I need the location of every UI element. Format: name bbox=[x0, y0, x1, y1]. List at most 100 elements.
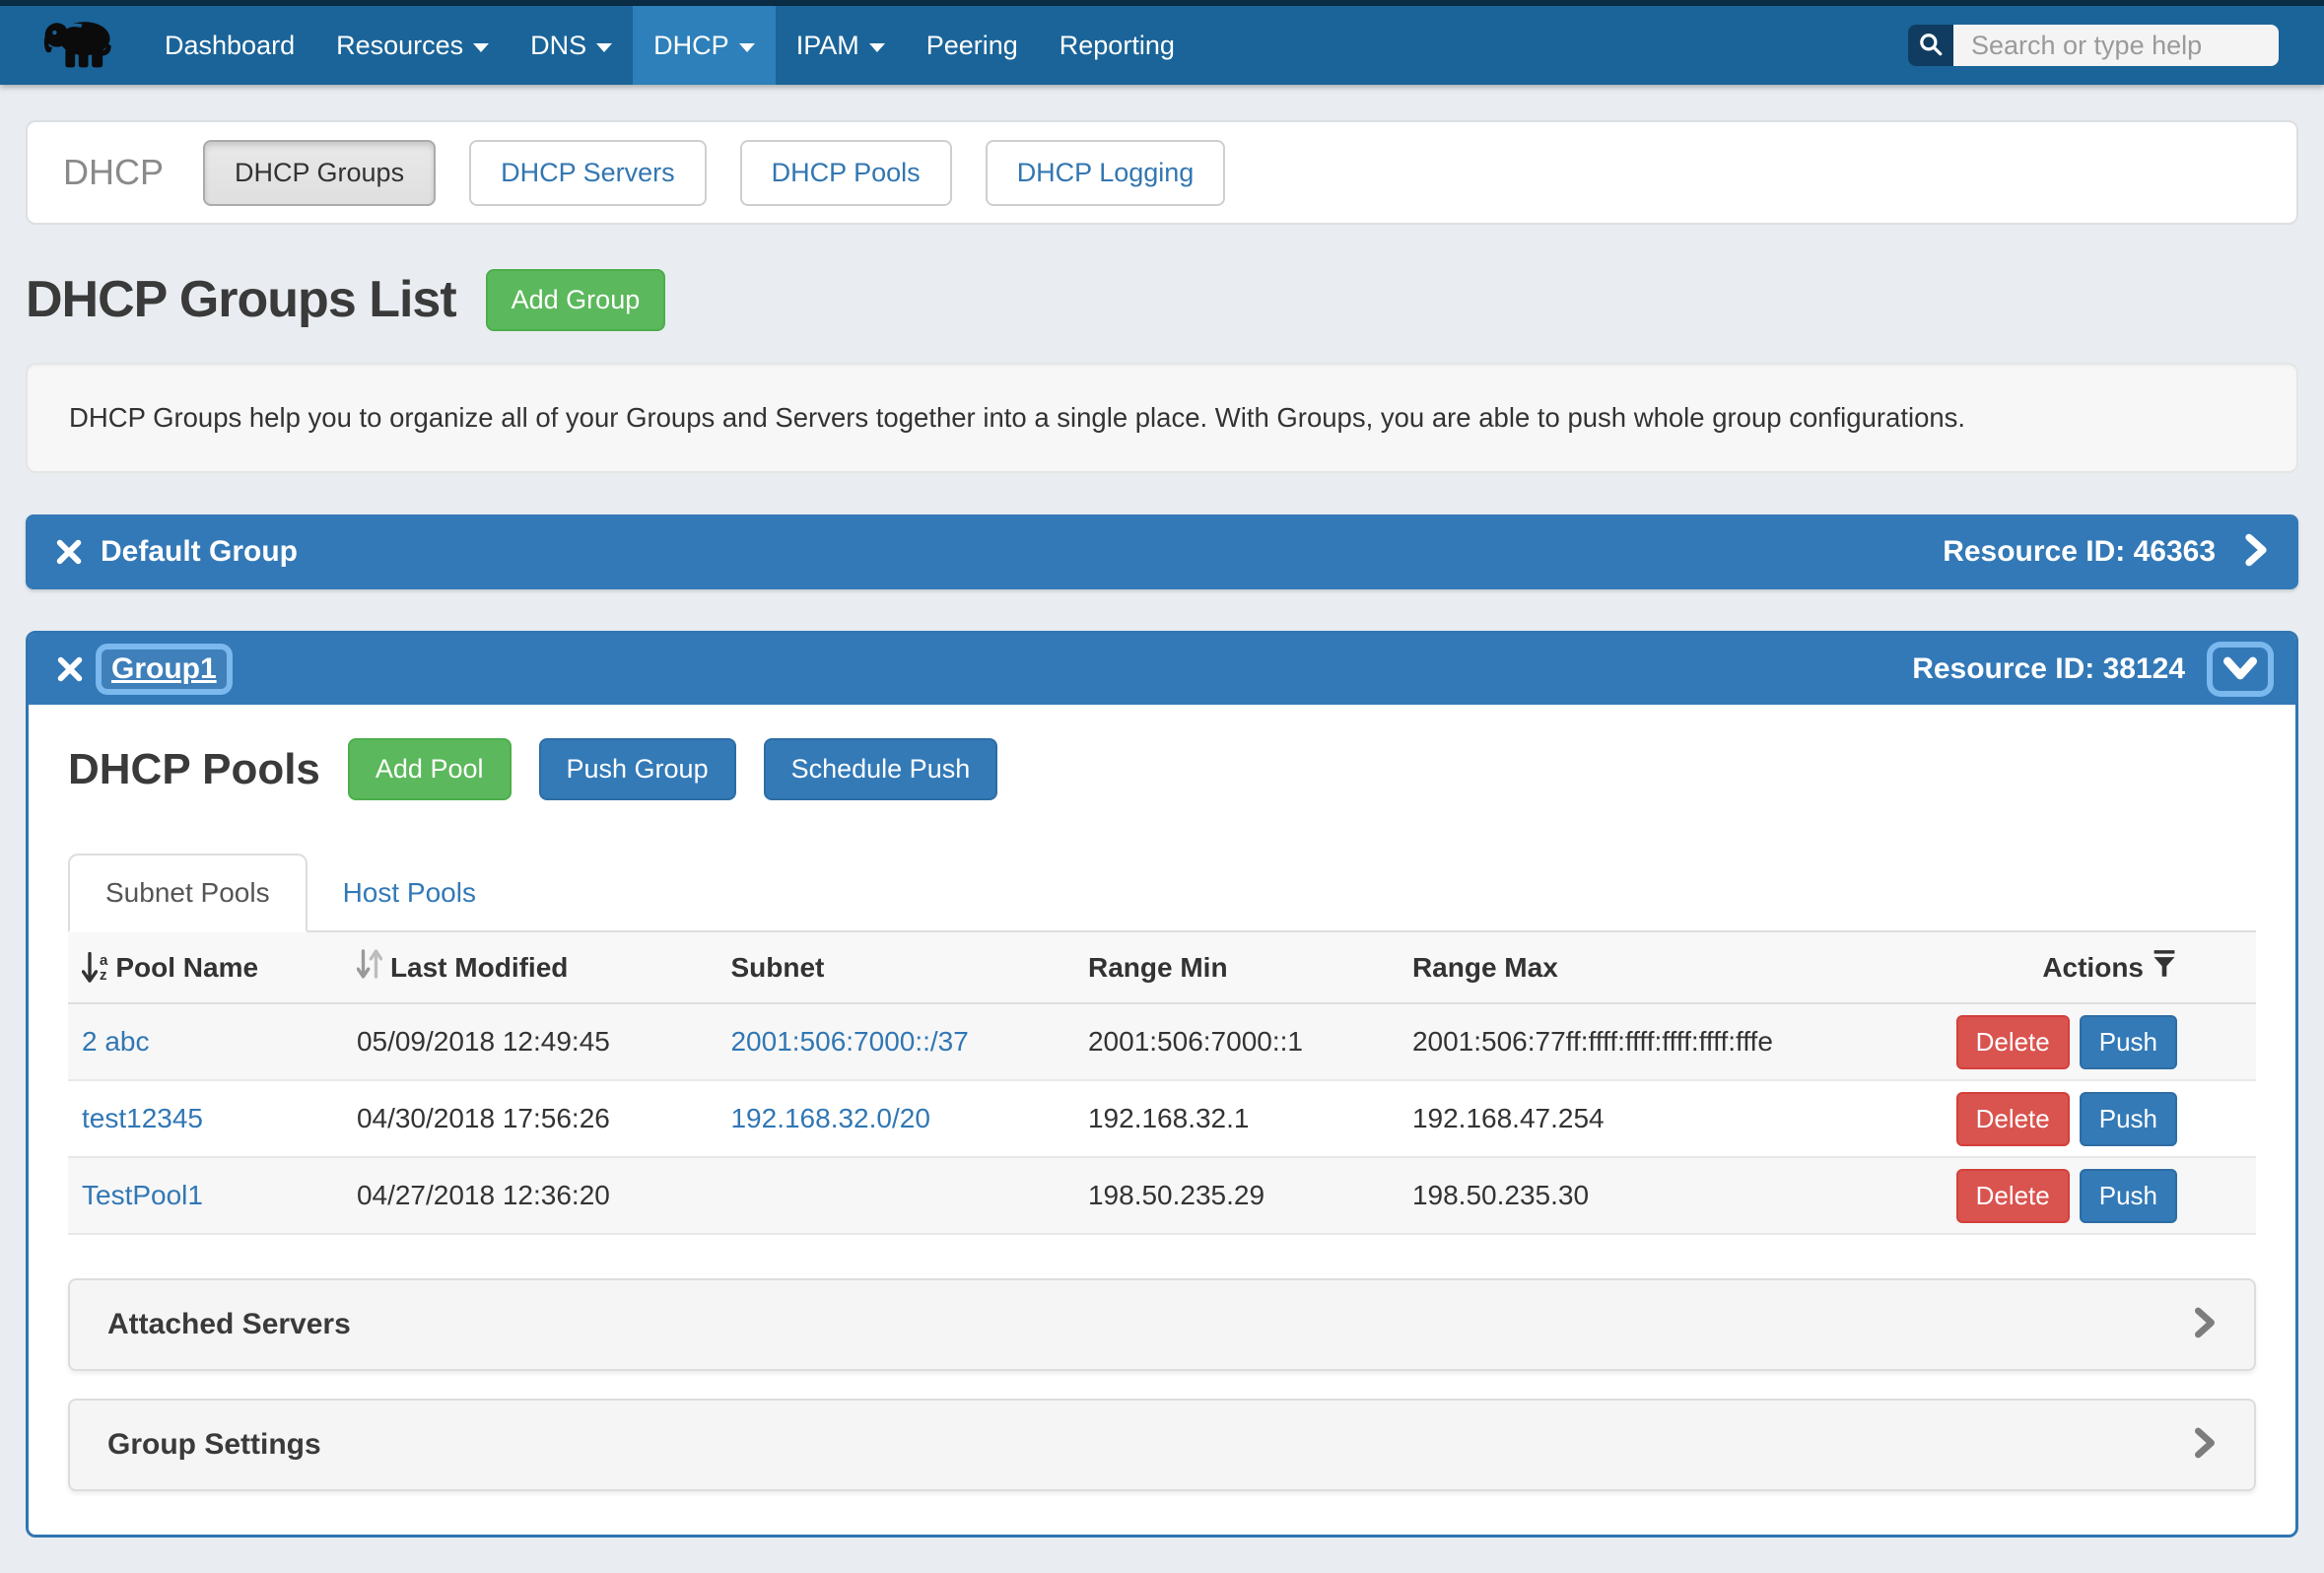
column-header-subnet[interactable]: Subnet bbox=[730, 932, 1088, 1003]
last-modified-cell: 04/27/2018 12:36:20 bbox=[357, 1157, 731, 1234]
range-max-cell: 192.168.47.254 bbox=[1412, 1080, 1956, 1157]
collapse-group-button[interactable] bbox=[2213, 648, 2268, 691]
pool-tabs: Subnet Pools Host Pools bbox=[68, 854, 2256, 932]
remove-group-icon[interactable] bbox=[56, 655, 84, 683]
nav-label: DHCP bbox=[653, 31, 729, 61]
page-title-row: DHCP Groups List Add Group bbox=[26, 264, 2298, 335]
pool-row: TestPool1 04/27/2018 12:36:20 198.50.235… bbox=[68, 1157, 2256, 1234]
last-modified-cell: 04/30/2018 17:56:26 bbox=[357, 1080, 731, 1157]
range-max-cell: 198.50.235.30 bbox=[1412, 1157, 1956, 1234]
accordion-label: Attached Servers bbox=[107, 1308, 351, 1341]
nav-item-peering[interactable]: Peering bbox=[906, 6, 1039, 85]
tab-dhcp-pools[interactable]: DHCP Pools bbox=[740, 140, 952, 206]
main-menu: Dashboard Resources DNS DHCP IPAM Peerin… bbox=[144, 6, 1196, 85]
chevron-down-icon bbox=[2223, 655, 2257, 684]
pool-name-link[interactable]: 2 abc bbox=[82, 1026, 150, 1057]
column-label: Pool Name bbox=[115, 952, 258, 984]
nav-label: DNS bbox=[530, 31, 586, 61]
range-min-cell: 192.168.32.1 bbox=[1088, 1080, 1412, 1157]
chevron-right-icon[interactable] bbox=[2243, 533, 2269, 572]
group-panel-group1: Group1 Resource ID: 38124 DHCP Pools bbox=[26, 631, 2298, 1538]
schedule-push-button[interactable]: Schedule Push bbox=[764, 738, 998, 800]
group-detail-body: DHCP Pools Add Pool Push Group Schedule … bbox=[29, 705, 2295, 1538]
app-screen: Dashboard Resources DNS DHCP IPAM Peerin… bbox=[0, 0, 2324, 1573]
tab-dhcp-servers[interactable]: DHCP Servers bbox=[469, 140, 707, 206]
brand-logo[interactable] bbox=[0, 6, 144, 85]
description-well: DHCP Groups help you to organize all of … bbox=[26, 363, 2298, 473]
group-bar-default-group[interactable]: Default Group Resource ID: 46363 bbox=[26, 514, 2298, 589]
range-min-cell: 2001:506:7000::1 bbox=[1088, 1003, 1412, 1080]
pool-row: test12345 04/30/2018 17:56:26 192.168.32… bbox=[68, 1080, 2256, 1157]
subnet-pools-table: az Pool Name bbox=[68, 932, 2256, 1235]
resource-id-label: Resource ID: 46363 bbox=[1943, 535, 2216, 569]
search-input[interactable] bbox=[1953, 25, 2279, 66]
subnet-link[interactable]: 192.168.32.0/20 bbox=[730, 1103, 929, 1133]
column-label: Last Modified bbox=[390, 952, 568, 984]
caret-down-icon bbox=[473, 43, 489, 52]
nav-item-dashboard[interactable]: Dashboard bbox=[144, 6, 315, 85]
pool-name-link[interactable]: TestPool1 bbox=[82, 1180, 203, 1210]
column-header-range-max[interactable]: Range Max bbox=[1412, 932, 1956, 1003]
remove-group-icon[interactable] bbox=[55, 538, 83, 566]
dhcp-subnav-panel: DHCP DHCP Groups DHCP Servers DHCP Pools… bbox=[26, 120, 2298, 225]
tab-dhcp-logging[interactable]: DHCP Logging bbox=[986, 140, 1226, 206]
column-header-actions: Actions bbox=[1956, 932, 2256, 1003]
filter-funnel-icon[interactable] bbox=[2152, 949, 2177, 986]
column-label: Actions bbox=[2042, 952, 2144, 984]
nav-label: IPAM bbox=[796, 31, 859, 61]
sort-alpha-icon: az bbox=[82, 951, 107, 985]
range-min-cell: 198.50.235.29 bbox=[1088, 1157, 1412, 1234]
pool-name-link[interactable]: test12345 bbox=[82, 1103, 203, 1133]
nav-item-resources[interactable]: Resources bbox=[315, 6, 510, 85]
nav-item-reporting[interactable]: Reporting bbox=[1039, 6, 1196, 85]
add-pool-button[interactable]: Add Pool bbox=[348, 738, 512, 800]
delete-pool-button[interactable]: Delete bbox=[1956, 1092, 2070, 1146]
delete-pool-button[interactable]: Delete bbox=[1956, 1015, 2070, 1069]
search-icon bbox=[1918, 32, 1944, 60]
global-search bbox=[1908, 25, 2279, 66]
chevron-right-icon bbox=[2193, 1306, 2217, 1344]
table-header-row: az Pool Name bbox=[68, 932, 2256, 1003]
push-pool-button[interactable]: Push bbox=[2080, 1015, 2177, 1069]
nav-item-dhcp[interactable]: DHCP bbox=[633, 6, 776, 85]
mammoth-logo-icon bbox=[41, 14, 118, 78]
nav-label: Peering bbox=[926, 31, 1018, 61]
delete-pool-button[interactable]: Delete bbox=[1956, 1169, 2070, 1223]
tab-host-pools[interactable]: Host Pools bbox=[308, 855, 512, 930]
accordion-label: Group Settings bbox=[107, 1428, 321, 1462]
resource-id-label: Resource ID: 38124 bbox=[1912, 652, 2185, 686]
push-pool-button[interactable]: Push bbox=[2080, 1092, 2177, 1146]
section-label: DHCP bbox=[63, 152, 164, 193]
nav-item-dns[interactable]: DNS bbox=[510, 6, 633, 85]
group-name: Default Group bbox=[101, 535, 298, 569]
column-label: Subnet bbox=[730, 952, 824, 983]
top-navbar: Dashboard Resources DNS DHCP IPAM Peerin… bbox=[0, 6, 2324, 85]
page-title: DHCP Groups List bbox=[26, 270, 456, 329]
caret-down-icon bbox=[869, 43, 885, 52]
push-group-button[interactable]: Push Group bbox=[539, 738, 736, 800]
accordion-attached-servers[interactable]: Attached Servers bbox=[68, 1278, 2256, 1371]
column-header-pool-name[interactable]: az Pool Name bbox=[68, 932, 357, 1003]
tab-subnet-pools[interactable]: Subnet Pools bbox=[68, 854, 308, 932]
push-pool-button[interactable]: Push bbox=[2080, 1169, 2177, 1223]
last-modified-cell: 05/09/2018 12:49:45 bbox=[357, 1003, 731, 1080]
subnet-link[interactable]: 2001:506:7000::/37 bbox=[730, 1026, 968, 1057]
column-header-last-modified[interactable]: Last Modified bbox=[357, 932, 731, 1003]
search-button[interactable] bbox=[1908, 25, 1953, 66]
accordion-group-settings[interactable]: Group Settings bbox=[68, 1399, 2256, 1491]
nav-label: Reporting bbox=[1059, 31, 1175, 61]
pool-row: 2 abc 05/09/2018 12:49:45 2001:506:7000:… bbox=[68, 1003, 2256, 1080]
tab-dhcp-groups[interactable]: DHCP Groups bbox=[203, 140, 436, 206]
group-bar-group1[interactable]: Group1 Resource ID: 38124 bbox=[29, 634, 2295, 705]
column-label: Range Min bbox=[1088, 952, 1228, 983]
caret-down-icon bbox=[739, 43, 755, 52]
pools-title-row: DHCP Pools Add Pool Push Group Schedule … bbox=[68, 738, 2256, 800]
add-group-button[interactable]: Add Group bbox=[486, 269, 666, 331]
chevron-right-icon bbox=[2193, 1426, 2217, 1465]
group-name-link[interactable]: Group1 bbox=[102, 650, 227, 689]
caret-down-icon bbox=[596, 43, 612, 52]
column-header-range-min[interactable]: Range Min bbox=[1088, 932, 1412, 1003]
description-text: DHCP Groups help you to organize all of … bbox=[69, 402, 1965, 434]
nav-item-ipam[interactable]: IPAM bbox=[776, 6, 906, 85]
column-label: Range Max bbox=[1412, 952, 1558, 983]
